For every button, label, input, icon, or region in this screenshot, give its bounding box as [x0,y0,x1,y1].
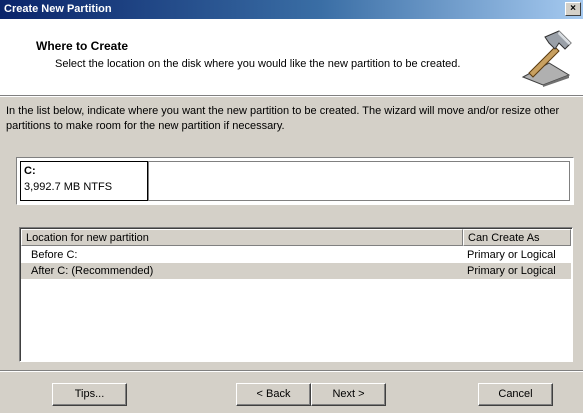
hammer-icon [521,30,572,87]
back-button[interactable]: < Back [236,383,311,406]
create-partition-window: Create New Partition × Where to Create S… [0,0,583,413]
unallocated-space[interactable] [148,161,570,201]
next-button[interactable]: Next > [311,383,386,406]
location-cell: After C: (Recommended) [31,265,154,277]
footer-divider [0,370,583,372]
close-button[interactable]: × [565,2,581,16]
column-header-create-as[interactable]: Can Create As [463,229,571,246]
list-item[interactable]: After C: (Recommended) Primary or Logica… [21,263,571,279]
create-as-cell: Primary or Logical [467,249,556,261]
header-divider [0,95,583,97]
window-title: Create New Partition [4,3,112,15]
location-cell: Before C: [31,249,78,261]
partition-c[interactable]: C: 3,992.7 MB NTFS [20,161,148,201]
list-header: Location for new partition Can Create As [21,229,571,246]
partition-size: 3,992.7 MB NTFS [24,181,113,193]
title-bar[interactable]: Create New Partition × [0,0,583,19]
wizard-header: Where to Create Select the location on t… [0,19,583,95]
column-header-location[interactable]: Location for new partition [21,229,463,246]
create-as-cell: Primary or Logical [467,265,556,277]
partition-label: C: [24,165,36,177]
location-list[interactable]: Location for new partition Can Create As… [19,227,573,362]
tips-button[interactable]: Tips... [52,383,127,406]
cancel-button[interactable]: Cancel [478,383,553,406]
list-item[interactable]: Before C: Primary or Logical [21,247,571,263]
page-description: Select the location on the disk where yo… [55,58,461,70]
page-title: Where to Create [36,39,129,53]
instruction-text: In the list below, indicate where you wa… [6,105,560,132]
disk-map: C: 3,992.7 MB NTFS [16,157,574,205]
